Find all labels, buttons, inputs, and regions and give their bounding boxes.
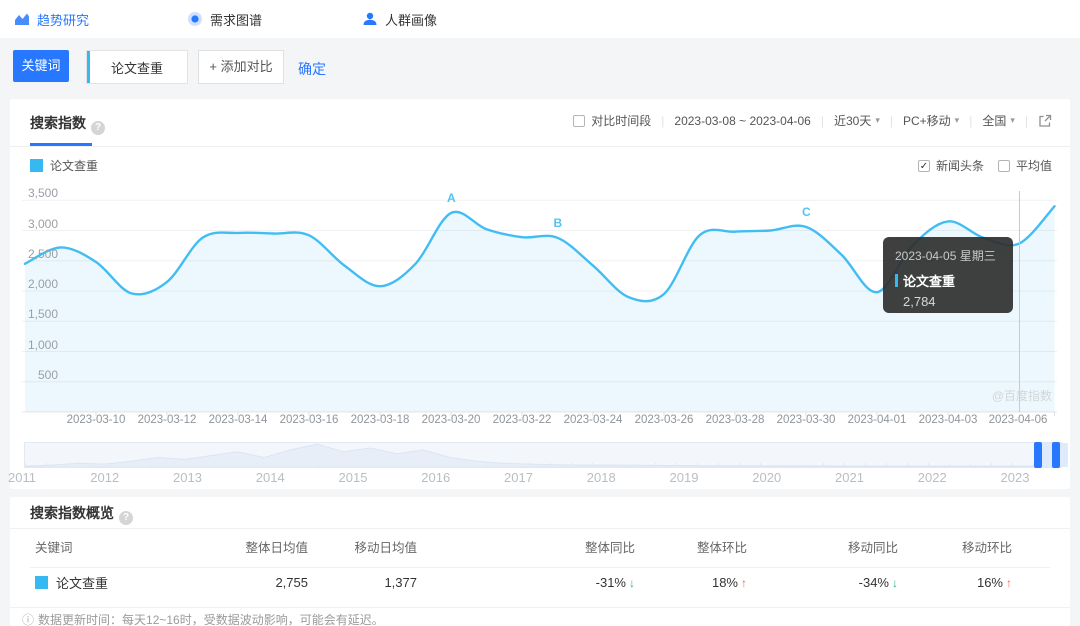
x-axis-label: 2023-04-01 [847,414,907,426]
tooltip-value: 2,784 [903,294,936,309]
col-header-mobile-avg: 移动日均值 [354,541,417,555]
keyword-button[interactable]: 关键词 [13,50,69,82]
timeline-year-label: 2011 [8,470,36,485]
col-header-keyword: 关键词 [35,541,73,555]
y-axis-label: 1,500 [27,307,58,322]
nav-item-label: 人群画像 [385,12,438,28]
col-header-mobile-mom: 移动环比 [961,541,1012,555]
news-marker-C[interactable]: C [802,205,811,219]
y-axis-label: 2,500 [27,246,58,261]
timeline-year-label: 2022 [917,470,947,485]
row-mobile-avg: 1,377 [384,575,417,590]
row-keyword-label: 论文查重 [56,576,109,591]
nav-item-label: 趋势研究 [37,12,90,28]
table-row: 论文查重 2,755 1,377 -31% ↓ 18% ↑ -34% ↓ 16% ↑ [35,573,1037,592]
slider-right-handle[interactable] [1052,442,1060,468]
col-header-overall-mom: 整体环比 [696,541,747,555]
x-axis-label: 2023-03-16 [279,414,339,426]
data-update-note-text: 数据更新时间：每天12~16时，受数据波动影响，可能会有延迟。 [38,613,384,626]
people-portrait-icon [363,12,377,25]
keyword-input[interactable]: 论文查重 [86,50,188,84]
divider [10,528,1070,529]
timeline-year-label: 2013 [173,470,202,485]
x-axis-label: 2023-03-14 [208,414,268,426]
keyword-accent-bar [87,51,90,83]
crosshair-line [1019,191,1020,412]
x-axis-label: 2023-03-20 [421,414,481,426]
timeline-ticks [25,463,1061,467]
x-axis-label: 2023-03-30 [776,414,836,426]
timeline-year-label: 2012 [90,470,120,485]
row-overall-avg: 2,755 [275,575,308,590]
nav-item-label: 需求图谱 [210,12,263,28]
nav-item-trend-research[interactable]: 趋势研究 [14,10,89,29]
tooltip-date: 2023-04-05 星期三 [895,249,996,263]
timeline-year-label: 2016 [421,470,451,485]
news-marker-B[interactable]: B [554,216,563,230]
timeline-year-label: 2015 [338,470,368,485]
x-axis-label: 2023-03-24 [563,414,623,426]
add-compare-button[interactable]: + 添加对比 [198,50,284,84]
watermark: @百度指数 [991,389,1052,403]
top-nav: 趋势研究 需求图谱 人群画像 [0,0,1080,38]
nav-item-people-portrait[interactable]: 人群画像 [362,10,437,29]
overview-title: 搜索指数概览? [30,503,133,525]
timeline-year-label: 2021 [835,470,864,485]
col-header-mobile-yoy: 移动同比 [847,541,898,555]
y-axis-label: 500 [37,367,58,382]
divider [30,567,1050,568]
x-axis-label: 2023-03-10 [66,414,126,426]
nav-item-demand-graph[interactable]: 需求图谱 [187,10,262,29]
row-overall-mom: 18% ↑ [711,575,747,590]
timeline-year-label: 2020 [752,470,782,485]
divider [10,607,1070,608]
confirm-button[interactable]: 确定 [298,59,326,79]
timeline-year-label: 2019 [669,470,699,485]
info-icon: ⓘ [22,613,35,626]
index-overview-card: 搜索指数概览? 关键词 整体日均值 移动日均值 整体同比 整体环比 移动同比 移… [10,497,1070,626]
data-update-note: ⓘ 数据更新时间：每天12~16时，受数据波动影响，可能会有延迟。 [22,611,384,626]
trend-arrow-icon: ↑ [1006,576,1012,590]
row-mobile-mom: 16% ↑ [976,575,1012,590]
baidu-index-page: 趋势研究 需求图谱 人群画像 关键词 论文查重 + 添加对比 确定 搜索指数? … [0,0,1080,626]
help-icon[interactable]: ? [119,511,133,525]
demand-graph-icon [188,12,203,26]
x-axis-label: 2023-04-06 [988,414,1048,426]
x-axis-label: 2023-03-28 [705,414,765,426]
timeline-year-label: 2023 [1000,470,1030,485]
y-axis-label: 3,500 [27,186,58,201]
news-marker-A[interactable]: A [447,191,456,205]
x-axis-label: 2023-03-22 [492,414,552,426]
x-axis-label: 2023-03-18 [350,414,410,426]
row-overall-yoy: -31% ↓ [595,575,635,590]
overview-title-label: 搜索指数概览 [30,505,114,521]
trend-chart-icon [15,13,29,25]
timeline-year-label: 2014 [255,470,285,485]
series-color-swatch [35,576,48,589]
tooltip-series-name: 论文查重 [903,274,956,289]
timeline-year-label: 2017 [504,470,533,485]
y-axis-label: 2,000 [27,277,58,291]
x-axis-label: 2023-03-12 [137,414,197,426]
slider-left-handle[interactable] [1034,442,1042,468]
y-axis-label: 3,000 [27,216,58,231]
timeline-slider[interactable] [24,442,1068,468]
tooltip-series-bar [895,274,898,287]
row-mobile-yoy: -34% ↓ [858,575,898,590]
col-header-overall-yoy: 整体同比 [584,541,635,555]
col-header-overall-avg: 整体日均值 [245,541,308,555]
x-axis-label: 2023-04-03 [918,414,978,426]
overview-table-header: 关键词 整体日均值 移动日均值 整体同比 整体环比 移动同比 移动环比 [35,537,1037,556]
row-keyword-cell: 论文查重 [35,573,230,592]
timeline-year-label: 2018 [586,470,616,485]
search-index-card: 搜索指数? 对比时间段 | 2023-03-08 ~ 2023-04-06 | … [8,99,1070,489]
chart-tooltip: 2023-04-05 星期三 论文查重 2,784 [883,237,1013,313]
x-axis-label: 2023-03-26 [634,414,694,426]
keyword-value: 论文查重 [110,60,163,76]
y-axis-label: 1,000 [27,337,58,352]
